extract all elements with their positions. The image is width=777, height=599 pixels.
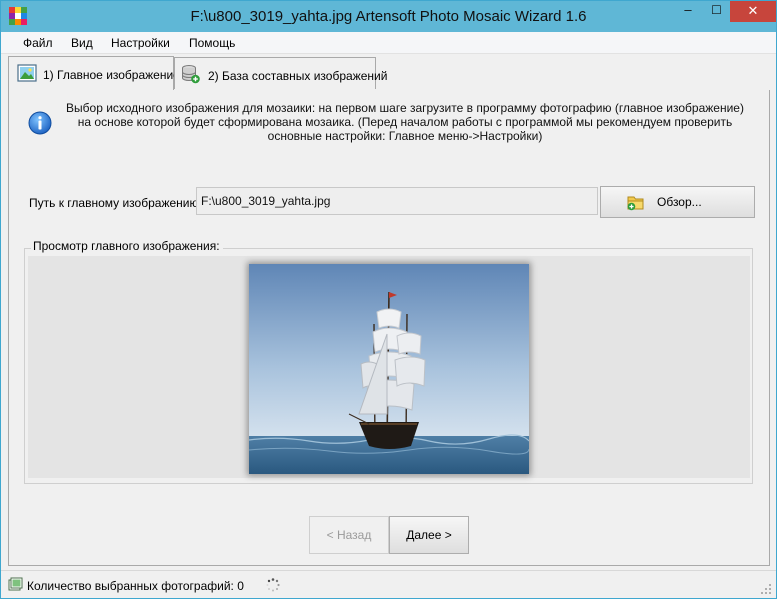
tab-image-database-label: 2) База составных изображений — [208, 69, 388, 83]
tab-strip: 1) Главное изображение 2) База составных… — [1, 54, 776, 90]
app-window: F:\u800_3019_yahta.jpg Artensoft Photo M… — [0, 0, 777, 599]
image-path-input[interactable] — [196, 187, 598, 215]
browse-button[interactable]: Обзор... — [600, 186, 755, 218]
info-text: Выбор исходного изображения для мозаики:… — [66, 101, 744, 143]
menu-view[interactable]: Вид — [71, 36, 93, 50]
browse-label: Обзор... — [657, 195, 702, 209]
window-title: F:\u800_3019_yahta.jpg Artensoft Photo M… — [190, 8, 587, 25]
resize-grip-icon[interactable] — [760, 583, 772, 595]
loading-spinner-icon — [266, 578, 280, 592]
back-button[interactable]: < Назад — [309, 516, 389, 554]
tab-main-image-label: 1) Главное изображение — [43, 68, 180, 82]
tab-main-image[interactable]: 1) Главное изображение — [8, 56, 180, 90]
image-icon — [17, 64, 37, 82]
path-label: Путь к главному изображению: — [29, 196, 202, 210]
status-text: Количество выбранных фотографий: 0 — [27, 579, 244, 593]
next-button[interactable]: Далее > — [389, 516, 469, 554]
back-label: < Назад — [326, 528, 372, 542]
menu-file[interactable]: Файл — [23, 36, 53, 50]
close-icon: ✕ — [747, 3, 759, 18]
maximize-icon: ☐ — [711, 3, 722, 17]
database-add-icon — [182, 65, 200, 84]
sailing-ship-image — [249, 264, 529, 474]
menu-help[interactable]: Помощь — [189, 36, 235, 50]
close-button[interactable]: ✕ — [730, 1, 776, 22]
maximize-button[interactable]: ☐ — [703, 1, 730, 22]
info-icon — [28, 111, 52, 135]
minimize-icon: – — [684, 2, 692, 17]
next-label: Далее > — [406, 528, 452, 542]
folder-add-icon — [627, 196, 644, 211]
preview-legend: Просмотр главного изображения: — [31, 239, 223, 253]
menu-settings[interactable]: Настройки — [111, 36, 170, 50]
title-bar[interactable]: F:\u800_3019_yahta.jpg Artensoft Photo M… — [1, 1, 776, 32]
tab-image-database[interactable]: 2) База составных изображений — [174, 57, 387, 89]
photos-icon — [8, 577, 23, 591]
menu-bar: Файл Вид Настройки Помощь — [1, 32, 776, 54]
status-bar: Количество выбранных фотографий: 0 — [1, 570, 776, 598]
minimize-button[interactable]: – — [674, 1, 702, 22]
